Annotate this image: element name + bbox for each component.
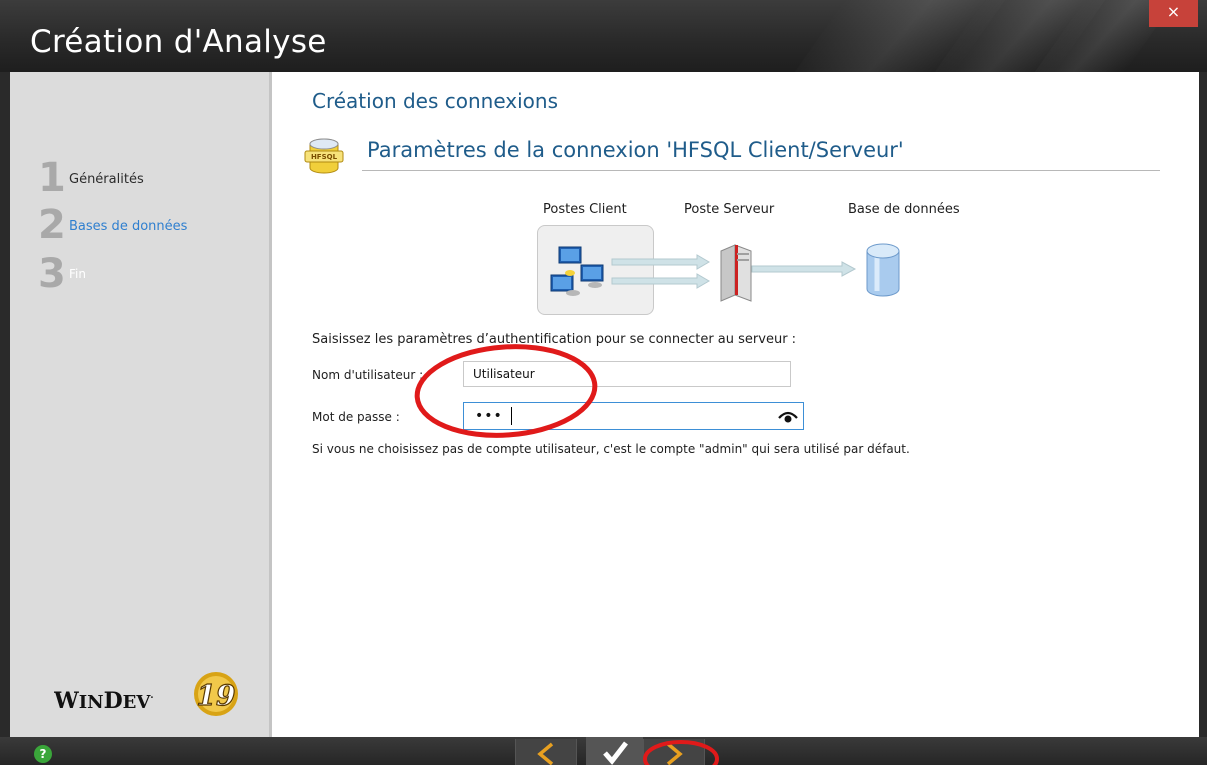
connection-diagram xyxy=(550,243,900,302)
server-icon xyxy=(720,244,752,302)
svg-text:WINDEV.: WINDEV. xyxy=(54,688,154,714)
password-label: Mot de passe : xyxy=(312,410,400,424)
connection-title: Paramètres de la connexion 'HFSQL Client… xyxy=(367,138,904,162)
step-number: 3 xyxy=(38,251,66,297)
chevron-left-icon xyxy=(537,742,554,766)
username-input[interactable]: Utilisateur xyxy=(463,361,791,387)
svg-text:19: 19 xyxy=(197,679,236,712)
step-number: 1 xyxy=(38,155,66,201)
finish-button[interactable] xyxy=(586,737,643,765)
windev-logo: WINDEV. 19 xyxy=(54,668,254,720)
server-label: Poste Serveur xyxy=(684,202,775,217)
title-bar: Création d'Analyse × xyxy=(0,0,1207,72)
database-label: Base de données xyxy=(848,202,960,217)
page-heading: Création des connexions xyxy=(312,89,559,113)
step-label: Fin xyxy=(69,267,86,281)
annotation-circle xyxy=(414,344,598,438)
close-button[interactable]: × xyxy=(1149,0,1198,27)
main-content: Création des connexions HFSQL Paramètres… xyxy=(272,72,1199,737)
check-icon xyxy=(603,741,628,765)
title-divider xyxy=(362,170,1160,171)
bottom-bar: ? xyxy=(0,737,1207,766)
username-label: Nom d'utilisateur : xyxy=(312,368,424,382)
client-label: Postes Client xyxy=(543,202,627,217)
eye-icon[interactable] xyxy=(778,410,798,424)
window-frame-right xyxy=(1199,72,1207,737)
text-caret xyxy=(511,407,512,425)
chevron-right-icon xyxy=(666,742,683,766)
previous-button[interactable] xyxy=(515,739,577,766)
window-frame-left xyxy=(0,72,10,737)
step-number: 2 xyxy=(38,202,66,248)
next-button[interactable] xyxy=(643,739,705,766)
window-title: Création d'Analyse xyxy=(30,24,327,60)
password-value: ••• xyxy=(475,408,503,424)
step-label: Bases de données xyxy=(69,219,188,234)
help-button[interactable]: ? xyxy=(34,745,52,763)
database-icon xyxy=(866,243,900,297)
step-label: Généralités xyxy=(69,172,144,187)
default-account-note: Si vous ne choisissez pas de compte util… xyxy=(312,442,910,456)
password-input[interactable]: ••• xyxy=(463,402,804,430)
hfsql-database-icon: HFSQL xyxy=(304,138,344,174)
auth-instruction: Saisissez les paramètres d’authentificat… xyxy=(312,332,797,347)
client-computers-icon xyxy=(550,246,604,296)
wizard-steps-panel: 1 Généralités 2 Bases de données 3 Fin W… xyxy=(10,72,272,737)
svg-text:HFSQL: HFSQL xyxy=(311,153,338,161)
